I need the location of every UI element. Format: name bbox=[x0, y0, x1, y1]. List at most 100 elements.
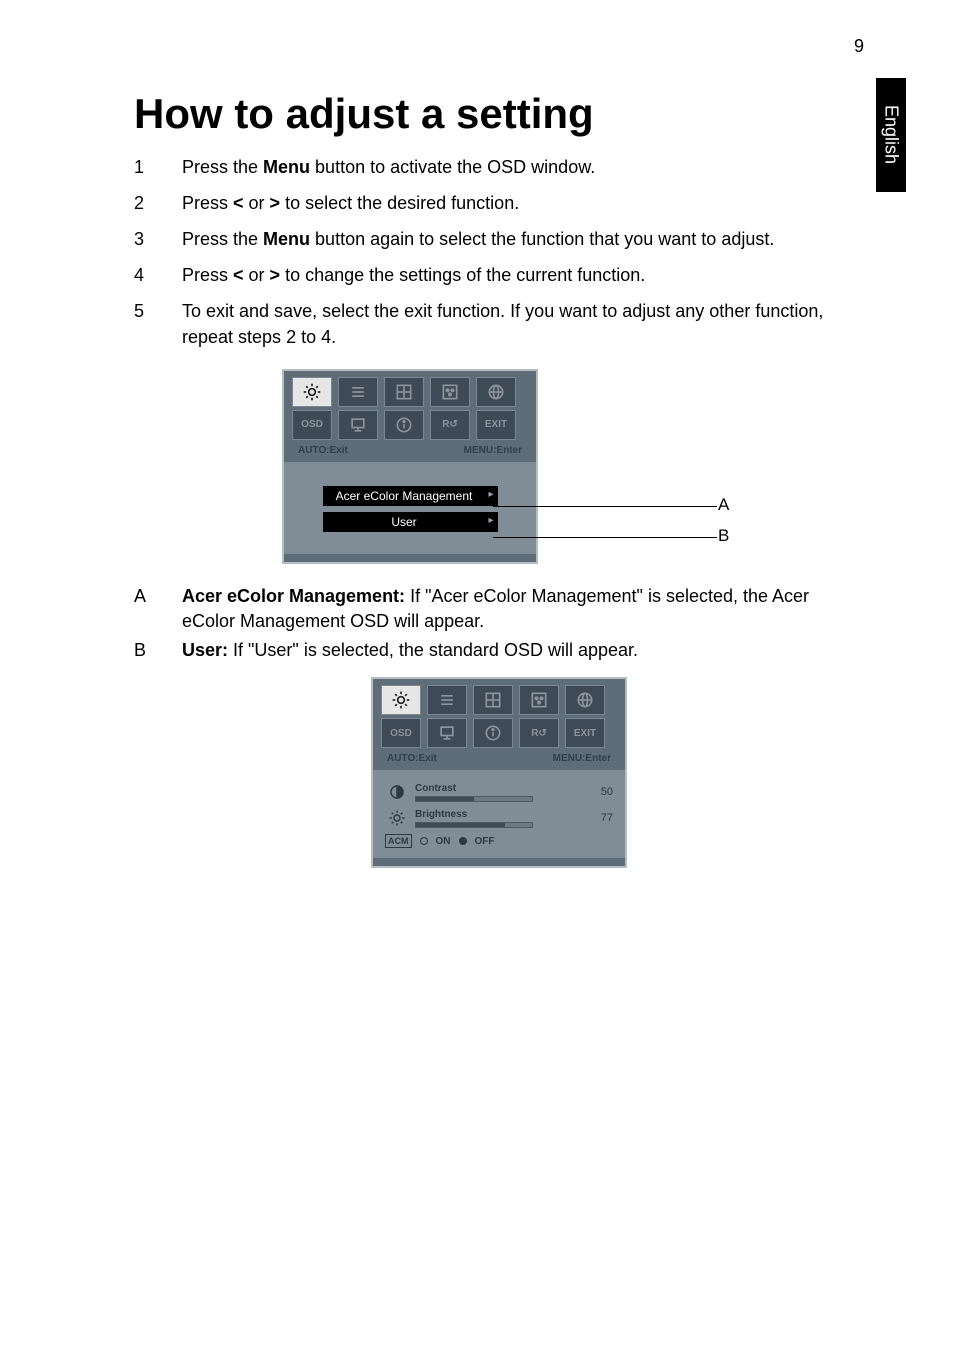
step-text: Press the bbox=[182, 229, 263, 249]
contrast-label: Contrast bbox=[415, 783, 585, 794]
hint-right: MENU:Enter bbox=[553, 753, 611, 764]
reset-tab-icon: R↺ bbox=[430, 410, 470, 440]
osd2-hints: AUTO:Exit MENU:Enter bbox=[373, 751, 625, 770]
step-bold: > bbox=[270, 265, 281, 285]
color-tab-icon bbox=[430, 377, 470, 407]
position-tab-icon bbox=[384, 377, 424, 407]
explain-text: If "User" is selected, the standard OSD … bbox=[228, 640, 638, 660]
brightness-value: 77 bbox=[591, 812, 613, 824]
step-text: Press bbox=[182, 193, 233, 213]
step-4: Press < or > to change the settings of t… bbox=[134, 262, 864, 288]
menu-item-label: User bbox=[391, 515, 416, 529]
input-tab-icon bbox=[427, 718, 467, 748]
acm-on-radio bbox=[420, 837, 428, 845]
list-tab-icon bbox=[338, 377, 378, 407]
contrast-value: 50 bbox=[591, 786, 613, 798]
osd-body: Acer eColor Management ▸ User ▸ bbox=[284, 462, 536, 554]
step-text: Press the bbox=[182, 157, 263, 177]
acm-off-label: OFF bbox=[475, 836, 495, 847]
brightness-label: Brightness bbox=[415, 809, 585, 820]
brightness-slider bbox=[415, 822, 533, 828]
explain-a: A Acer eColor Management: If "Acer eColo… bbox=[134, 584, 864, 634]
osd-figure-2: OSD R↺ EXIT AUTO:Exit MENU:Enter Contras… bbox=[371, 677, 627, 868]
exit-tab-icon: EXIT bbox=[476, 410, 516, 440]
osd-tab-icon: OSD bbox=[292, 410, 332, 440]
step-1: Press the Menu button to activate the OS… bbox=[134, 154, 864, 180]
step-text: to change the settings of the current fu… bbox=[280, 265, 645, 285]
explain-marker: A bbox=[134, 584, 146, 609]
position-tab-icon bbox=[473, 685, 513, 715]
acm-row: ACM ON OFF bbox=[385, 834, 613, 848]
osd-window: OSD R↺ EXIT AUTO:Exit MENU:Enter Acer eC… bbox=[282, 369, 538, 564]
color-tab-icon bbox=[519, 685, 559, 715]
osd-tab-row-1 bbox=[284, 371, 536, 410]
exit-tab-icon: EXIT bbox=[565, 718, 605, 748]
osd-figure-1: OSD R↺ EXIT AUTO:Exit MENU:Enter Acer eC… bbox=[282, 369, 864, 564]
osd2-tab-row-2: OSD R↺ EXIT bbox=[373, 718, 625, 751]
callout-a: A bbox=[718, 495, 729, 515]
brightness-tab-icon bbox=[292, 377, 332, 407]
contrast-icon bbox=[385, 782, 409, 802]
menu-item-label: Acer eColor Management bbox=[336, 489, 473, 503]
acm-on-label: ON bbox=[436, 836, 451, 847]
info-tab-icon bbox=[384, 410, 424, 440]
step-text: to select the desired function. bbox=[280, 193, 519, 213]
submenu-icon: ▸ bbox=[488, 489, 493, 500]
callout-b: B bbox=[718, 526, 729, 546]
explain-marker: B bbox=[134, 638, 146, 663]
step-3: Press the Menu button again to select th… bbox=[134, 226, 864, 252]
step-text: To exit and save, select the exit functi… bbox=[182, 301, 823, 347]
info-tab-icon bbox=[473, 718, 513, 748]
step-bold: < bbox=[233, 265, 244, 285]
page-title: How to adjust a setting bbox=[134, 90, 864, 138]
exit-label-text: EXIT bbox=[485, 419, 507, 430]
menu-item-user: User ▸ bbox=[323, 512, 498, 532]
callout-line-b bbox=[493, 537, 717, 538]
acm-off-radio bbox=[459, 837, 467, 845]
step-bold: Menu bbox=[263, 157, 310, 177]
step-text: or bbox=[244, 265, 270, 285]
callout-line-a bbox=[493, 506, 717, 507]
osd-hints: AUTO:Exit MENU:Enter bbox=[284, 443, 536, 462]
hint-left: AUTO:Exit bbox=[387, 753, 437, 764]
step-bold: < bbox=[233, 193, 244, 213]
osd-label-text: OSD bbox=[301, 419, 323, 430]
explain-bold: Acer eColor Management: bbox=[182, 586, 405, 606]
step-2: Press < or > to select the desired funct… bbox=[134, 190, 864, 216]
steps-list: Press the Menu button to activate the OS… bbox=[134, 154, 864, 351]
osd2-body: Contrast 50 Brightness 77 ACM ON bbox=[373, 770, 625, 858]
explanation-list: A Acer eColor Management: If "Acer eColo… bbox=[134, 584, 864, 664]
submenu-icon: ▸ bbox=[488, 515, 493, 526]
contrast-row: Contrast 50 bbox=[385, 782, 613, 802]
list-tab-icon bbox=[427, 685, 467, 715]
hint-right: MENU:Enter bbox=[464, 445, 522, 456]
acm-label: ACM bbox=[385, 834, 412, 848]
brightness-icon bbox=[385, 808, 409, 828]
osd-tab-icon: OSD bbox=[381, 718, 421, 748]
hint-left: AUTO:Exit bbox=[298, 445, 348, 456]
reset-label-text: R↺ bbox=[442, 419, 458, 430]
step-5: To exit and save, select the exit functi… bbox=[134, 298, 864, 350]
input-tab-icon bbox=[338, 410, 378, 440]
language-tab: English bbox=[876, 78, 906, 192]
step-text: or bbox=[244, 193, 270, 213]
reset-tab-icon: R↺ bbox=[519, 718, 559, 748]
step-text: button to activate the OSD window. bbox=[310, 157, 595, 177]
osd-tab-row-2: OSD R↺ EXIT bbox=[284, 410, 536, 443]
osd2-tab-row-1 bbox=[373, 679, 625, 718]
brightness-row: Brightness 77 bbox=[385, 808, 613, 828]
contrast-slider bbox=[415, 796, 533, 802]
globe-tab-icon bbox=[476, 377, 516, 407]
brightness-tab-icon bbox=[381, 685, 421, 715]
globe-tab-icon bbox=[565, 685, 605, 715]
step-bold: Menu bbox=[263, 229, 310, 249]
page-number: 9 bbox=[854, 36, 864, 57]
step-text: button again to select the function that… bbox=[310, 229, 774, 249]
explain-bold: User: bbox=[182, 640, 228, 660]
step-text: Press bbox=[182, 265, 233, 285]
explain-b: B User: If "User" is selected, the stand… bbox=[134, 638, 864, 663]
exit-label-text: EXIT bbox=[574, 728, 596, 739]
step-bold: > bbox=[270, 193, 281, 213]
reset-label-text: R↺ bbox=[531, 728, 547, 739]
menu-item-acer-ecolor: Acer eColor Management ▸ bbox=[323, 486, 498, 506]
